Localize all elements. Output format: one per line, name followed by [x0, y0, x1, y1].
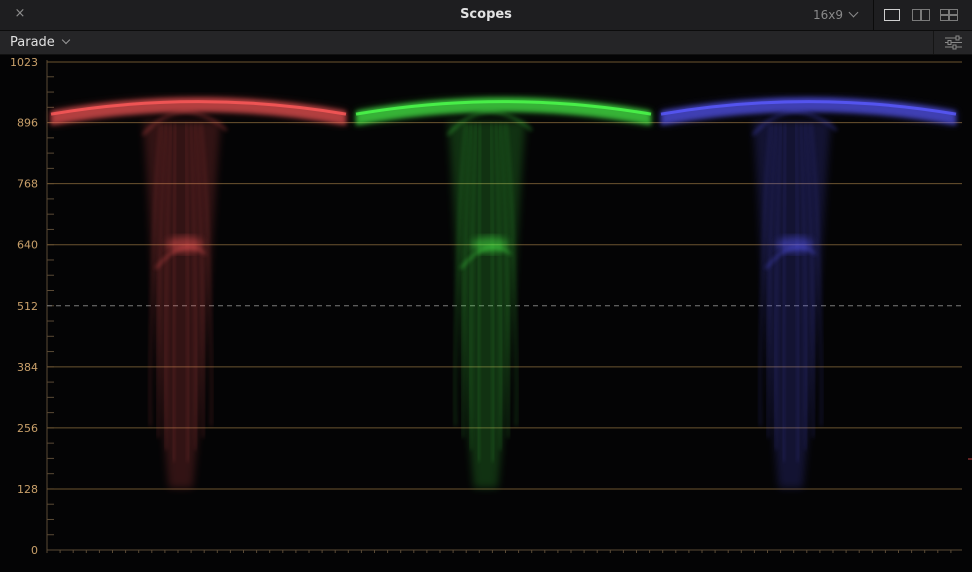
parade-scope: 1023 896 768 640 512 384 256 128 0 [0, 55, 972, 572]
single-layout-icon[interactable] [884, 9, 900, 21]
title-bar: × Scopes 16x9 [0, 0, 972, 31]
aspect-ratio-dropdown[interactable]: 16x9 [813, 7, 859, 22]
waveform-blue [660, 97, 957, 488]
waveform-green [355, 97, 652, 488]
y-axis-label-128: 128 [17, 483, 38, 496]
y-axis-label-256: 256 [17, 422, 38, 435]
quad-layout-icon[interactable] [940, 9, 958, 21]
y-axis-label-640: 640 [17, 239, 38, 252]
settings-sliders-icon[interactable] [933, 31, 972, 54]
scope-mode-dropdown[interactable]: Parade [10, 35, 71, 50]
y-axis-label-768: 768 [17, 178, 38, 191]
chevron-down-icon [848, 7, 859, 18]
parade-scope-graph: 1023 896 768 640 512 384 256 128 0 [10, 56, 972, 557]
scope-toolbar: Parade [0, 31, 972, 55]
y-axis-label-1023: 1023 [10, 56, 38, 69]
y-axis-label-896: 896 [17, 117, 38, 130]
y-axis-label-384: 384 [17, 361, 38, 374]
divider [873, 0, 874, 30]
close-icon[interactable]: × [12, 6, 28, 22]
y-axis-label-0: 0 [31, 544, 38, 557]
waveform-red [50, 97, 347, 488]
aspect-ratio-label: 16x9 [813, 8, 844, 22]
chevron-down-icon [61, 35, 71, 45]
y-axis-label-512: 512 [17, 300, 38, 313]
scope-mode-label: Parade [10, 35, 55, 50]
dual-layout-icon[interactable] [912, 9, 930, 21]
